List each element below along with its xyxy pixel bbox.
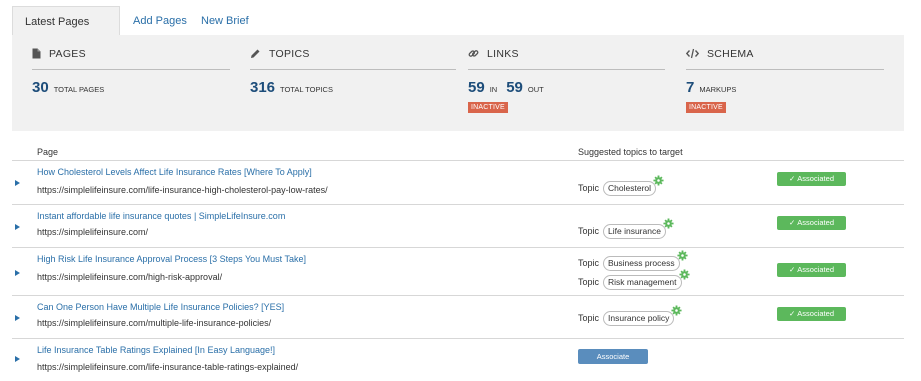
- checkmark-icon: ✓: [789, 265, 796, 274]
- associate-button[interactable]: Associate: [578, 349, 648, 364]
- checkmark-icon: ✓: [789, 174, 796, 183]
- table-row: Instant affordable life insurance quotes…: [12, 205, 904, 248]
- gear-icon[interactable]: [671, 304, 682, 316]
- stat-pages-value: 30: [32, 79, 49, 96]
- topic-item: Topic Cholesterol: [578, 174, 664, 196]
- expand-arrow-icon[interactable]: [15, 315, 20, 321]
- stat-topics-label: TOPICS: [269, 48, 310, 60]
- page-title-link[interactable]: Instant affordable life insurance quotes…: [37, 211, 285, 221]
- topic-pill-text: Risk management: [608, 276, 677, 287]
- stat-topics-header: TOPICS: [250, 48, 456, 70]
- tab-new-brief[interactable]: New Brief: [201, 6, 249, 36]
- stat-schema-caption: MARKUPS: [699, 85, 737, 94]
- stat-pages-label: PAGES: [49, 48, 86, 60]
- stat-topics: TOPICS 316 TOTAL TOPICS: [250, 48, 456, 96]
- links-status-badge: INACTIVE: [468, 102, 508, 113]
- checkmark-icon: ✓: [789, 218, 796, 227]
- associated-badge[interactable]: ✓ Associated: [777, 307, 846, 321]
- stat-links-out-caption: OUT: [527, 85, 544, 94]
- associated-label: Associated: [797, 174, 834, 183]
- associated-badge[interactable]: ✓ Associated: [777, 172, 846, 186]
- topic-pill[interactable]: Cholesterol: [603, 174, 664, 196]
- page-url: https://simplelifeinsure.com/multiple-li…: [37, 318, 272, 328]
- page-url: https://simplelifeinsure.com/life-insura…: [37, 185, 328, 195]
- gear-icon[interactable]: [653, 174, 664, 186]
- topic-label: Topic: [578, 313, 600, 323]
- stat-links-in-value: 59: [468, 79, 485, 96]
- stat-pages: PAGES 30 TOTAL PAGES: [32, 48, 230, 96]
- topic-pill[interactable]: Life insurance: [603, 217, 674, 239]
- topic-label: Topic: [578, 277, 600, 287]
- topic-pill-text: Business process: [608, 257, 675, 268]
- table-row: High Risk Life Insurance Approval Proces…: [12, 248, 904, 296]
- topic-pill[interactable]: Business process: [603, 249, 688, 271]
- stat-pages-header: PAGES: [32, 48, 230, 70]
- topic-item: Topic Insurance policy: [578, 304, 682, 326]
- stat-links-label: LINKS: [487, 48, 519, 60]
- gear-icon[interactable]: [678, 268, 690, 280]
- gear-icon[interactable]: [663, 217, 674, 229]
- associated-label: Associated: [797, 265, 834, 274]
- table-row: Can One Person Have Multiple Life Insura…: [12, 296, 904, 339]
- page-title-link[interactable]: Life Insurance Table Ratings Explained […: [37, 345, 275, 355]
- associated-label: Associated: [797, 218, 834, 227]
- stat-schema-label: SCHEMA: [707, 48, 754, 60]
- document-icon: [32, 48, 41, 59]
- topic-pill[interactable]: Risk management: [603, 268, 690, 290]
- schema-status-badge: INACTIVE: [686, 102, 726, 113]
- topic-label: Topic: [578, 183, 600, 193]
- topic-label: Topic: [578, 258, 600, 268]
- topic-pill[interactable]: Insurance policy: [603, 304, 682, 326]
- stat-pages-caption: TOTAL PAGES: [53, 85, 105, 94]
- tab-bar: Latest Pages (30)▼ Add Pages New Brief: [0, 0, 921, 58]
- stat-schema-header: SCHEMA: [686, 48, 884, 70]
- table-row: Life Insurance Table Ratings Explained […: [12, 339, 904, 379]
- stat-links-header: LINKS: [468, 48, 665, 70]
- topic-item: Topic Life insurance: [578, 217, 674, 239]
- checkmark-icon: ✓: [789, 309, 796, 318]
- page-title-link[interactable]: Can One Person Have Multiple Life Insura…: [37, 302, 284, 312]
- stat-schema-value: 7: [686, 79, 695, 96]
- code-icon: [686, 48, 699, 59]
- topic-pill-text: Cholesterol: [608, 182, 652, 193]
- expand-arrow-icon[interactable]: [15, 224, 20, 230]
- gear-icon[interactable]: [677, 249, 688, 261]
- page-url: https://simplelifeinsure.com/: [37, 227, 149, 237]
- expand-arrow-icon[interactable]: [15, 270, 20, 276]
- stat-links-in-caption: IN: [489, 85, 498, 94]
- associated-badge[interactable]: ✓ Associated: [777, 263, 846, 277]
- page-url: https://simplelifeinsure.com/life-insura…: [37, 362, 299, 372]
- topic-label: Topic: [578, 226, 600, 236]
- table-row: How Cholesterol Levels Affect Life Insur…: [12, 161, 904, 205]
- topic-pill-text: Insurance policy: [608, 312, 670, 323]
- page-url: https://simplelifeinsure.com/high-risk-a…: [37, 272, 223, 282]
- page-title-link[interactable]: High Risk Life Insurance Approval Proces…: [37, 254, 306, 264]
- tab-add-pages[interactable]: Add Pages: [133, 6, 187, 36]
- link-icon: [468, 50, 479, 57]
- stat-topics-value: 316: [250, 79, 276, 96]
- topic-item: Topic Risk management: [578, 268, 690, 290]
- associated-badge[interactable]: ✓ Associated: [777, 216, 846, 230]
- stat-links-out-value: 59: [506, 79, 523, 96]
- stat-links: LINKS 59 IN 59 OUT INACTIVE: [468, 48, 665, 114]
- tab-latest-pages[interactable]: Latest Pages (30)▼: [12, 6, 120, 58]
- column-header-topics: Suggested topics to target: [578, 147, 683, 157]
- page-title-link[interactable]: How Cholesterol Levels Affect Life Insur…: [37, 167, 312, 177]
- expand-arrow-icon[interactable]: [15, 356, 20, 362]
- stats-panel: PAGES 30 TOTAL PAGES TOPICS 316 TOTAL TO…: [12, 35, 904, 131]
- associated-label: Associated: [797, 309, 834, 318]
- stat-topics-caption: TOTAL TOPICS: [280, 85, 333, 94]
- pages-table: Page Suggested topics to target How Chol…: [12, 143, 904, 379]
- topic-pill-text: Life insurance: [608, 225, 661, 236]
- table-header: Page Suggested topics to target: [12, 143, 904, 161]
- pencil-icon: [251, 49, 260, 58]
- stat-schema: SCHEMA 7 MARKUPS INACTIVE: [686, 48, 884, 114]
- expand-arrow-icon[interactable]: [15, 180, 20, 186]
- column-header-page: Page: [37, 147, 59, 157]
- topic-item: Topic Business process: [578, 249, 688, 271]
